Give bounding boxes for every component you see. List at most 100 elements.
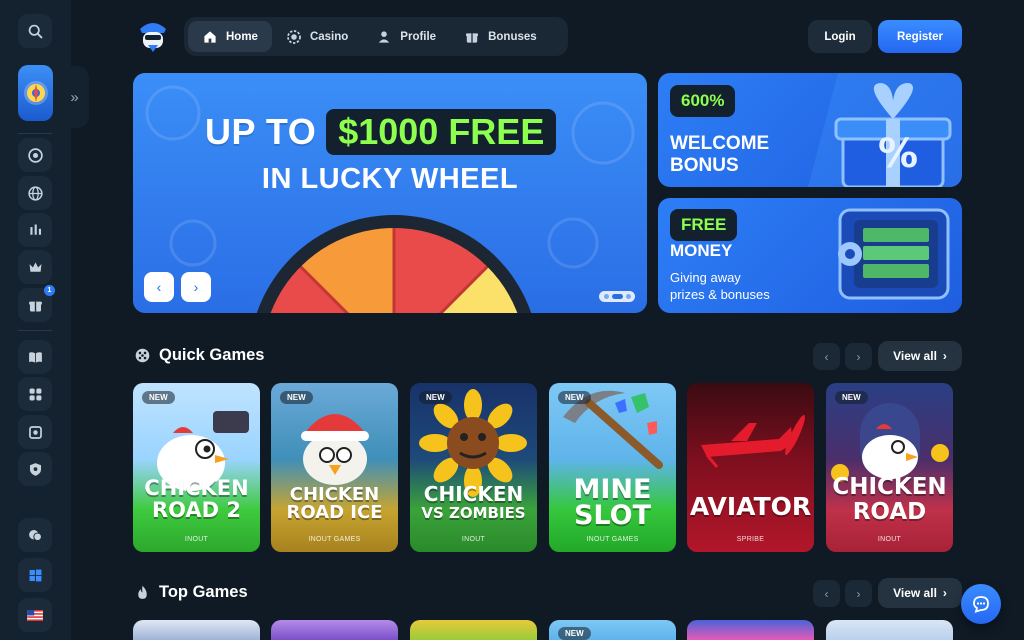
sidebar-item-trading[interactable] bbox=[18, 213, 52, 247]
carousel-dot[interactable] bbox=[603, 294, 609, 299]
lucky-wheel-icon bbox=[256, 215, 532, 313]
nav-casino-label: Casino bbox=[309, 30, 349, 43]
double-chevron-right-icon: » bbox=[70, 88, 79, 106]
mascot-logo-icon bbox=[140, 23, 166, 52]
carousel-dot-active[interactable] bbox=[611, 294, 623, 299]
chevron-left-icon: ‹ bbox=[156, 279, 162, 295]
quick-games-heading: Quick Games bbox=[134, 346, 264, 365]
sidebar-item-vip[interactable] bbox=[18, 250, 52, 284]
game-title-line2: VS ZOMBIES bbox=[421, 504, 526, 522]
gift-icon bbox=[28, 301, 42, 311]
game-card-aviator[interactable]: AVIATOR SPRIBE bbox=[687, 383, 814, 552]
top-games-title: Top Games bbox=[159, 583, 248, 601]
nav-casino[interactable]: Casino bbox=[272, 21, 362, 52]
sidebar-item-safe[interactable] bbox=[18, 415, 52, 449]
sidebar-item-games[interactable] bbox=[18, 377, 52, 411]
dice-icon bbox=[135, 348, 150, 363]
top-games-prev-button[interactable]: ‹ bbox=[813, 580, 840, 607]
game-provider: SPRIBE bbox=[736, 536, 765, 543]
game-card-chicken-vs-zombies[interactable]: NEW CHICKEN VS ZOMBIES INOUT bbox=[410, 383, 537, 552]
new-badge: NEW bbox=[280, 391, 313, 404]
game-provider: INOUT GAMES bbox=[586, 536, 639, 543]
nav-profile-label: Profile bbox=[400, 30, 437, 43]
nav-profile[interactable]: Profile bbox=[362, 21, 450, 52]
chevron-right-icon: › bbox=[193, 279, 199, 295]
sidebar-item-security[interactable] bbox=[18, 452, 52, 486]
top-game-card[interactable] bbox=[410, 620, 537, 640]
sidebar-item-sports[interactable] bbox=[18, 176, 52, 210]
hero-prev-button[interactable]: ‹ bbox=[144, 272, 174, 302]
main-nav: Home Casino Profile Bonuses bbox=[184, 17, 568, 56]
language-selector[interactable] bbox=[18, 598, 52, 632]
carousel-dots[interactable] bbox=[599, 291, 635, 302]
nav-bonuses-label: Bonuses bbox=[488, 30, 537, 43]
game-title-line1: CHICKEN bbox=[289, 484, 380, 505]
sidebar-item-support[interactable] bbox=[18, 518, 52, 552]
game-card-mine-slot[interactable]: NEW MINE SLOT INOUT GAMES bbox=[549, 383, 676, 552]
sidebar-divider bbox=[18, 133, 52, 134]
nav-home-label: Home bbox=[226, 30, 258, 43]
top-game-card[interactable] bbox=[133, 620, 260, 640]
top-games-heading: Top Games bbox=[134, 583, 248, 602]
game-card-chicken-road-2[interactable]: NEW CHICKEN ROAD 2 INOUT bbox=[133, 383, 260, 552]
home-icon bbox=[204, 30, 216, 43]
game-title-line2: ROAD ICE bbox=[286, 502, 383, 523]
chevron-right-icon: › bbox=[942, 586, 947, 600]
sidebar-expand-button[interactable]: » bbox=[60, 66, 89, 128]
top-games-next-button[interactable]: › bbox=[845, 580, 872, 607]
nav-home[interactable]: Home bbox=[188, 21, 272, 52]
sidebar-divider bbox=[18, 330, 52, 331]
site-logo[interactable] bbox=[134, 17, 172, 55]
globe-icon bbox=[27, 185, 43, 201]
new-badge: NEW bbox=[558, 627, 591, 640]
top-game-card[interactable] bbox=[687, 620, 814, 640]
new-badge: NEW bbox=[142, 391, 175, 404]
login-button[interactable]: Login bbox=[808, 20, 872, 53]
sidebar-item-bonuses[interactable]: 1 bbox=[18, 285, 55, 322]
top-game-card[interactable] bbox=[826, 620, 953, 640]
free-money-subtitle-line2: prizes & bonuses bbox=[670, 287, 770, 302]
top-game-card[interactable] bbox=[271, 620, 398, 640]
notification-badge: 1 bbox=[44, 285, 55, 296]
game-provider: INOUT bbox=[877, 536, 902, 543]
chicken-mascot-icon bbox=[157, 411, 249, 491]
nav-bonuses[interactable]: Bonuses bbox=[450, 21, 551, 52]
welcome-bonus-card[interactable]: % 600% WELCOME BONUS bbox=[658, 73, 962, 187]
game-card-chicken-road[interactable]: NEW CHICKEN ROAD INOUT bbox=[826, 383, 953, 552]
santa-chicken-icon bbox=[301, 414, 369, 485]
free-money-card[interactable]: FREE MONEY Giving away prizes & bonuses bbox=[658, 198, 962, 313]
airplane-icon bbox=[701, 414, 805, 468]
search-button[interactable] bbox=[18, 14, 52, 48]
chevron-right-icon: › bbox=[942, 349, 947, 363]
quick-games-next-button[interactable]: › bbox=[845, 343, 872, 370]
game-title-line1: CHICKEN bbox=[423, 482, 524, 506]
lucky-wheel-promo-button[interactable] bbox=[18, 65, 53, 121]
free-money-tag: FREE bbox=[670, 209, 738, 241]
top-games-view-all-button[interactable]: View all › bbox=[878, 578, 962, 608]
game-provider: INOUT bbox=[461, 536, 486, 543]
quick-games-prev-button[interactable]: ‹ bbox=[813, 343, 840, 370]
user-icon bbox=[379, 30, 390, 43]
new-badge: NEW bbox=[835, 391, 868, 404]
chevron-right-icon: › bbox=[856, 349, 861, 364]
sidebar-item-casino[interactable] bbox=[18, 138, 52, 172]
game-title-line1: CHICKEN bbox=[832, 474, 947, 500]
search-icon bbox=[28, 24, 42, 38]
live-chat-button[interactable] bbox=[961, 584, 1001, 624]
register-button[interactable]: Register bbox=[878, 20, 962, 53]
casino-chip-icon bbox=[287, 29, 301, 44]
game-title: AVIATOR bbox=[689, 492, 812, 521]
wheel-promo-icon bbox=[23, 81, 48, 105]
game-title-line1: CHICKEN bbox=[144, 476, 249, 500]
sidebar-item-blog[interactable] bbox=[18, 340, 52, 374]
sidebar-item-windows-app[interactable] bbox=[18, 558, 52, 592]
chat-icon bbox=[28, 529, 42, 541]
hero-banner[interactable]: UP TO $1000 FREE IN LUCKY WHEEL ‹ › bbox=[133, 73, 647, 313]
hero-next-button[interactable]: › bbox=[181, 272, 211, 302]
game-card-chicken-road-ice[interactable]: NEW CHICKEN ROAD ICE INOUT GAMES bbox=[271, 383, 398, 552]
quick-games-view-all-button[interactable]: View all › bbox=[878, 341, 962, 371]
casino-chip-icon bbox=[27, 147, 43, 163]
top-game-card[interactable]: NEW bbox=[549, 620, 676, 640]
carousel-dot[interactable] bbox=[625, 294, 631, 299]
new-badge: NEW bbox=[419, 391, 452, 404]
